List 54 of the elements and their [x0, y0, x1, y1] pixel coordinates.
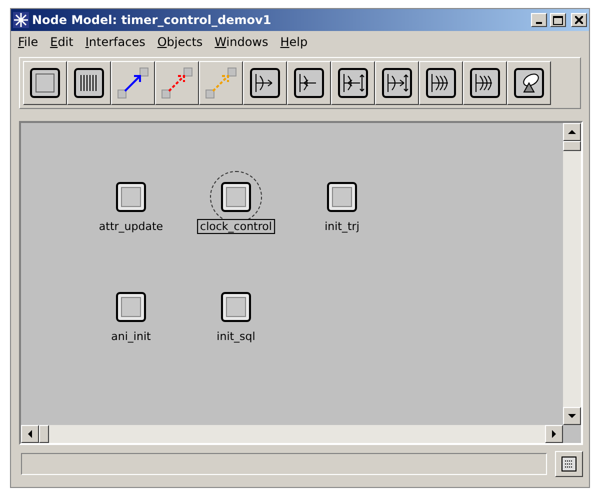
minimize-button[interactable] [531, 13, 547, 27]
close-button[interactable] [571, 13, 587, 27]
star-icon [13, 12, 29, 28]
satellite-dish-icon [512, 66, 546, 100]
menu-item[interactable]: Edit [45, 35, 78, 49]
scroll-right-button[interactable] [545, 425, 563, 443]
close-icon [575, 16, 583, 24]
maximize-button[interactable] [550, 13, 566, 27]
vertical-scrollbar[interactable] [563, 123, 581, 425]
toolbar-button[interactable] [155, 61, 199, 105]
dashed-arrow-icon [204, 66, 238, 100]
menu-item[interactable]: Objects [152, 35, 208, 49]
node[interactable] [116, 292, 146, 322]
transmitter-icon [248, 66, 282, 100]
menu-item[interactable]: Interfaces [80, 35, 150, 49]
toolbar-button[interactable] [419, 61, 463, 105]
log-button[interactable] [555, 451, 583, 477]
transmitter-icon [380, 66, 414, 100]
toolbar-button[interactable] [199, 61, 243, 105]
scroll-thumb[interactable] [563, 141, 581, 151]
window-title: Node Model: timer_control_demov1 [32, 13, 272, 27]
menu-item[interactable]: Windows [210, 35, 274, 49]
menu-item[interactable]: File [13, 35, 44, 49]
toolbar-button[interactable] [287, 61, 331, 105]
toolbar-button[interactable] [111, 61, 155, 105]
toolbar-button[interactable] [507, 61, 551, 105]
toolbar-button[interactable] [67, 61, 111, 105]
processor-icon [28, 66, 62, 100]
toolbar-button[interactable] [331, 61, 375, 105]
node-label: clock_control [197, 219, 275, 234]
scroll-up-button[interactable] [563, 123, 581, 141]
node[interactable] [221, 292, 251, 322]
scroll-thumb[interactable] [39, 425, 49, 443]
transmitter-icon [336, 66, 370, 100]
radio-icon [424, 66, 458, 100]
toolbar-button[interactable] [243, 61, 287, 105]
horizontal-scrollbar[interactable] [21, 425, 563, 443]
node[interactable] [221, 182, 251, 212]
arrow-icon [116, 66, 150, 100]
arrow-icon [567, 127, 577, 137]
queue-icon [72, 66, 106, 100]
dashed-arrow-icon [160, 66, 194, 100]
maximize-icon [553, 16, 563, 24]
node[interactable] [327, 182, 357, 212]
document-icon [560, 455, 578, 473]
radio-icon [468, 66, 502, 100]
toolbar-button[interactable] [23, 61, 67, 105]
node[interactable] [116, 182, 146, 212]
toolbar-button[interactable] [463, 61, 507, 105]
menu-item[interactable]: Help [275, 35, 313, 49]
scroll-down-button[interactable] [563, 407, 581, 425]
scroll-left-button[interactable] [21, 425, 39, 443]
transmitter-icon [292, 66, 326, 100]
toolbar-button[interactable] [375, 61, 419, 105]
